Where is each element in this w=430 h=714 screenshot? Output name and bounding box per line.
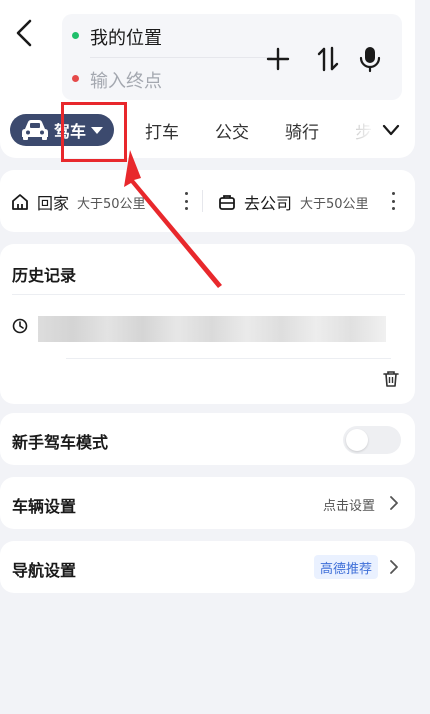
swap-icon [317,46,339,72]
chevron-left-icon [16,19,32,47]
place-home-distance: 大于50公里 [77,196,146,212]
history-card: 历史记录 [0,244,415,404]
home-more-button[interactable] [182,192,190,210]
place-company-distance: 大于50公里 [300,196,369,212]
clock-icon [12,318,28,334]
route-divider [90,57,272,58]
start-dot-icon [72,32,79,39]
vehicle-settings-title: 车辆设置 [12,497,77,516]
destination-placeholder: 输入终点 [90,71,162,92]
place-company[interactable]: 去公司 大于50公里 [218,190,369,214]
more-dot [391,207,395,210]
plus-icon [266,47,290,71]
chevron-down-icon [382,124,400,136]
toggle-knob [346,429,368,451]
places-divider [202,190,203,212]
more-dot [391,192,395,195]
route-input-box: 我的位置 输入终点 [62,14,402,100]
add-waypoint-button[interactable] [261,42,295,76]
blurred-history-entry [38,316,386,342]
voice-input-button[interactable] [353,42,387,76]
history-item[interactable] [0,308,415,348]
company-more-button[interactable] [389,192,397,210]
vehicle-settings-row[interactable]: 车辆设置 点击设置 [0,477,415,529]
end-dot-icon [72,75,79,82]
swap-route-button[interactable] [311,42,345,76]
chevron-right-icon [390,496,398,510]
more-dot [184,207,188,210]
history-divider [12,294,405,295]
novice-mode-row: 新手驾车模式 [0,413,415,465]
more-dot [184,192,188,195]
quick-places-card: 回家 大于50公里 去公司 大于50公里 [0,170,415,232]
tab-taxi[interactable]: 打车 [145,118,179,143]
tab-transit[interactable]: 公交 [215,118,249,143]
tabs-fade [345,114,377,146]
microphone-icon [359,47,381,73]
history-divider [66,358,391,359]
nav-settings-title: 导航设置 [12,561,77,580]
home-icon [12,194,28,210]
chevron-right-icon [390,560,398,574]
tab-cycling[interactable]: 骑行 [285,118,319,143]
clear-history-button[interactable] [380,368,402,390]
expand-modes-button[interactable] [376,118,406,142]
place-home[interactable]: 回家 大于50公里 [11,190,146,214]
recommend-badge: 高德推荐 [314,555,379,579]
vehicle-settings-value: 点击设置 [323,499,376,514]
more-dot [184,199,188,203]
more-dot [391,199,395,203]
place-company-label: 去公司 [244,194,293,213]
nav-settings-row[interactable]: 导航设置 高德推荐 [0,541,415,593]
car-icon [22,120,48,140]
briefcase-icon [219,195,235,210]
back-button[interactable] [8,16,40,50]
history-title: 历史记录 [12,266,77,285]
trash-icon [383,371,399,387]
place-home-label: 回家 [37,194,70,213]
annotation-highlight-box [61,102,127,162]
novice-mode-title: 新手驾车模式 [12,433,109,452]
start-location-label: 我的位置 [90,28,162,49]
novice-mode-toggle[interactable] [343,426,401,454]
